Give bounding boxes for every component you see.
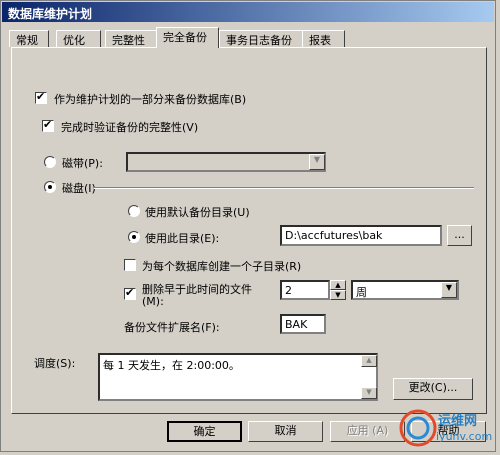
disk-label[interactable]: 磁盘(I) <box>62 180 96 196</box>
cancel-label: 取消 <box>274 424 297 437</box>
tab-optimization[interactable]: 优化 <box>56 30 101 47</box>
delete-old-checkbox[interactable] <box>124 286 136 300</box>
schedule-label: 调度(S): <box>34 357 76 370</box>
ok-button[interactable]: 确定 <box>167 421 242 442</box>
extension-input[interactable]: BAK <box>280 314 326 334</box>
disk-radio[interactable] <box>44 181 56 193</box>
schedule-text[interactable]: 每 1 天发生，在 2:00:00。 <box>98 353 378 401</box>
spin-down-icon[interactable]: ▼ <box>330 290 346 300</box>
disk-divider <box>94 187 474 189</box>
spin-up-icon[interactable]: ▲ <box>330 280 346 290</box>
full-backup-panel: 作为维护计划的一部分来备份数据库(B) 完成时验证备份的完整性(V) 磁带(P)… <box>11 47 487 414</box>
default-dir-radio[interactable] <box>128 205 140 217</box>
browse-button-label: ... <box>454 228 465 241</box>
apply-label: 应用 (A) <box>346 424 389 437</box>
subdir-label[interactable]: 为每个数据库创建一个子目录(R) <box>142 258 301 274</box>
ok-label: 确定 <box>193 425 216 438</box>
delete-old-label-2[interactable]: (M): <box>142 295 164 308</box>
watermark-text-2: iyunv.com <box>436 430 493 443</box>
tab-reports[interactable]: 报表 <box>302 30 345 47</box>
browse-button[interactable]: ... <box>447 225 472 246</box>
verify-backup-checkbox[interactable] <box>42 118 54 132</box>
backup-as-part-checkbox[interactable] <box>35 90 47 104</box>
tape-select[interactable] <box>126 152 326 172</box>
backup-as-part-label[interactable]: 作为维护计划的一部分来备份数据库(B) <box>54 91 246 107</box>
extension-label: 备份文件扩展名(F): <box>124 321 220 334</box>
scroll-down-icon[interactable]: ▼ <box>361 387 377 399</box>
this-dir-radio[interactable] <box>128 231 140 243</box>
tape-radio[interactable] <box>44 156 56 168</box>
change-schedule-button[interactable]: 更改(C)... <box>393 378 473 400</box>
apply-button[interactable]: 应用 (A) <box>330 421 405 442</box>
watermark-logo-icon <box>399 409 437 447</box>
subdir-checkbox[interactable] <box>124 259 136 271</box>
maintenance-plan-window: 数据库维护计划 常规 优化 完整性 完全备份 事务日志备份 报表 作为维护计划的… <box>0 0 496 452</box>
tab-full-backup[interactable]: 完全备份 <box>156 27 219 48</box>
cancel-button[interactable]: 取消 <box>248 421 323 442</box>
tape-label[interactable]: 磁带(P): <box>62 155 103 171</box>
watermark-text-1: 运维网 <box>438 414 478 429</box>
this-dir-label[interactable]: 使用此目录(E): <box>145 230 219 246</box>
watermark: 运维网 iyunv.com <box>398 408 494 448</box>
tab-transaction-log-backup[interactable]: 事务日志备份 <box>219 30 303 47</box>
title-bar: 数据库维护计划 <box>2 2 494 22</box>
window-title: 数据库维护计划 <box>8 7 93 21</box>
change-schedule-label: 更改(C)... <box>408 381 458 394</box>
tab-general[interactable]: 常规 <box>9 30 49 47</box>
default-dir-label[interactable]: 使用默认备份目录(U) <box>145 204 250 220</box>
scroll-up-icon[interactable]: ▲ <box>361 355 377 367</box>
tab-integrity[interactable]: 完整性 <box>105 30 157 47</box>
directory-input[interactable]: D:\accfutures\bak <box>280 225 442 246</box>
chevron-down-icon[interactable]: ▼ <box>441 282 457 298</box>
chevron-down-icon[interactable]: ▼ <box>309 154 325 170</box>
verify-backup-label[interactable]: 完成时验证备份的完整性(V) <box>61 119 198 135</box>
delete-age-input[interactable]: 2 <box>280 280 330 300</box>
